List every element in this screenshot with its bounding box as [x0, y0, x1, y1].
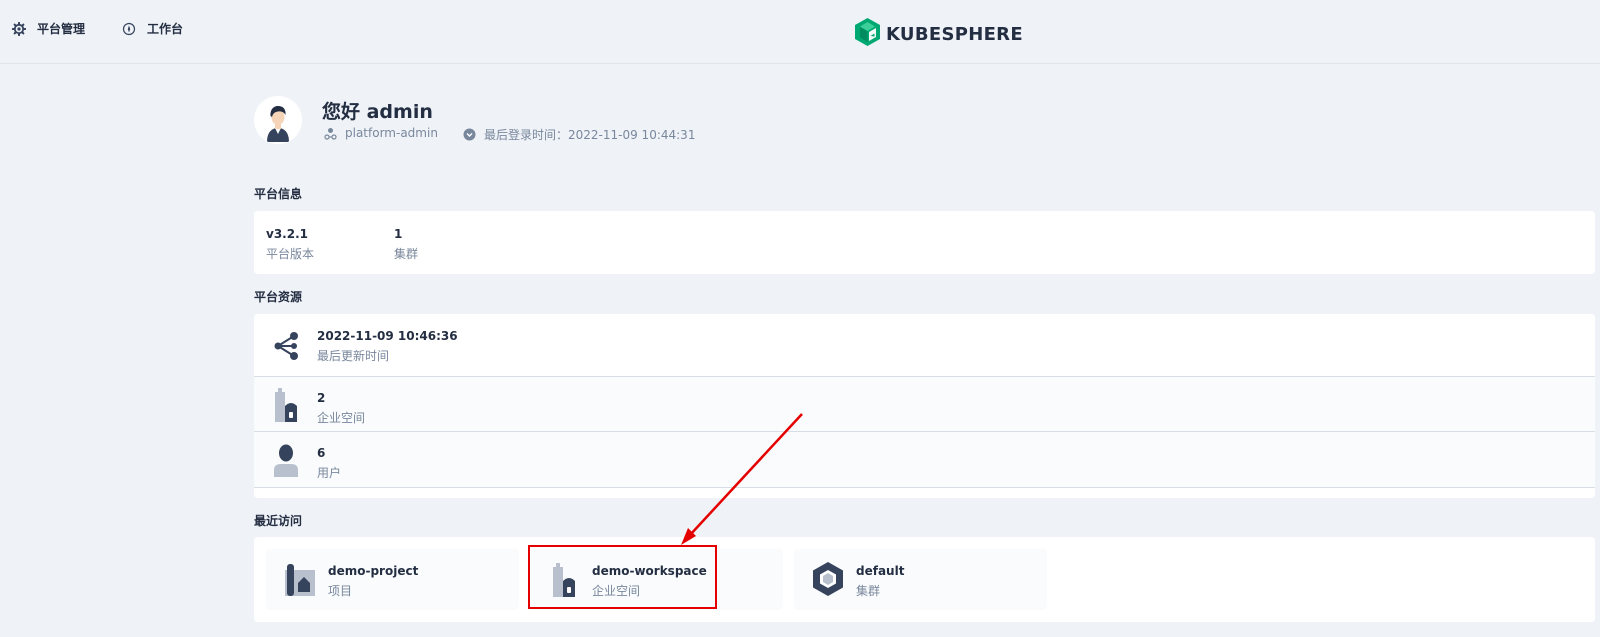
resource-users-label: 用户 — [317, 466, 342, 480]
resource-update-time-label: 最后更新时间 — [317, 349, 390, 363]
user-icon — [272, 442, 300, 478]
nav-workbench-label: 工作台 — [147, 22, 184, 36]
cluster-icon — [810, 561, 846, 597]
recent-item-demo-project[interactable]: demo-project 项目 — [266, 549, 519, 610]
resource-users-value: 6 — [317, 446, 326, 460]
resource-workspaces-value: 2 — [317, 391, 326, 405]
nav-platform-management[interactable]: 平台管理 — [11, 20, 85, 37]
recent-item-name: demo-workspace — [592, 564, 707, 578]
user-role: platform-admin — [324, 126, 438, 140]
resource-workspaces: 2 企业空间 — [317, 390, 365, 426]
recent-item-type: 集群 — [856, 584, 881, 598]
share-nodes-icon — [272, 328, 300, 364]
recent-item-type: 项目 — [328, 584, 353, 598]
gear-icon — [11, 21, 27, 37]
nav-platform-management-label: 平台管理 — [37, 22, 86, 36]
clock-icon — [463, 128, 476, 141]
user-role-text: platform-admin — [345, 126, 438, 140]
recent-item-type: 企业空间 — [592, 584, 641, 598]
resource-row-update-time: 2022-11-09 10:46:36 最后更新时间 — [254, 314, 1595, 377]
last-login: 最后登录时间：2022-11-09 10:44:31 — [463, 126, 695, 143]
compass-icon — [121, 21, 137, 37]
top-bar: 平台管理 工作台 KUBESPHERE — [0, 0, 1600, 64]
recent-item-demo-workspace[interactable]: demo-workspace 企业空间 — [530, 549, 783, 610]
recent-item-default-text: default 集群 — [856, 563, 904, 599]
cluster-count: 1 集群 — [394, 226, 418, 262]
platform-info-card: v3.2.1 平台版本 1 集群 — [254, 211, 1595, 274]
resource-update-time: 2022-11-09 10:46:36 最后更新时间 — [317, 328, 458, 364]
project-icon — [282, 561, 318, 597]
brand-name: KUBESPHERE — [886, 23, 1023, 45]
resource-users: 6 用户 — [317, 445, 341, 481]
recent-item-demo-workspace-text: demo-workspace 企业空间 — [592, 563, 707, 599]
resource-row-workspaces[interactable]: 2 企业空间 — [254, 377, 1595, 432]
recent-item-name: demo-project — [328, 564, 419, 578]
recent-item-default[interactable]: default 集群 — [794, 549, 1047, 610]
recent-item-demo-project-text: demo-project 项目 — [328, 563, 418, 599]
recent-title: 最近访问 — [254, 514, 303, 528]
kubesphere-logo[interactable]: KUBESPHERE — [855, 18, 1023, 50]
workspace-icon — [546, 561, 582, 597]
platform-resources-title: 平台资源 — [254, 290, 303, 304]
nav-workbench[interactable]: 工作台 — [121, 20, 183, 37]
platform-version-value: v3.2.1 — [266, 227, 308, 241]
platform-resources-card: 2022-11-09 10:46:36 最后更新时间 2 企业空间 6 用户 — [254, 314, 1595, 498]
resource-workspaces-label: 企业空间 — [317, 411, 366, 425]
avatar — [254, 96, 302, 144]
platform-version: v3.2.1 平台版本 — [266, 226, 314, 262]
kubesphere-logo-icon — [855, 18, 880, 50]
recent-card: demo-project 项目 demo-workspace 企业空间 defa… — [254, 537, 1595, 622]
platform-version-label: 平台版本 — [266, 247, 315, 261]
workspace-icon — [272, 386, 300, 422]
role-icon — [324, 127, 337, 140]
last-login-text: 最后登录时间：2022-11-09 10:44:31 — [484, 128, 696, 142]
resource-update-time-value: 2022-11-09 10:46:36 — [317, 329, 458, 343]
resource-row-users[interactable]: 6 用户 — [254, 432, 1595, 488]
cluster-count-value: 1 — [394, 227, 403, 241]
recent-item-name: default — [856, 564, 905, 578]
cluster-count-label: 集群 — [394, 247, 419, 261]
platform-info-title: 平台信息 — [254, 187, 303, 201]
greeting: 您好 admin — [322, 101, 433, 123]
